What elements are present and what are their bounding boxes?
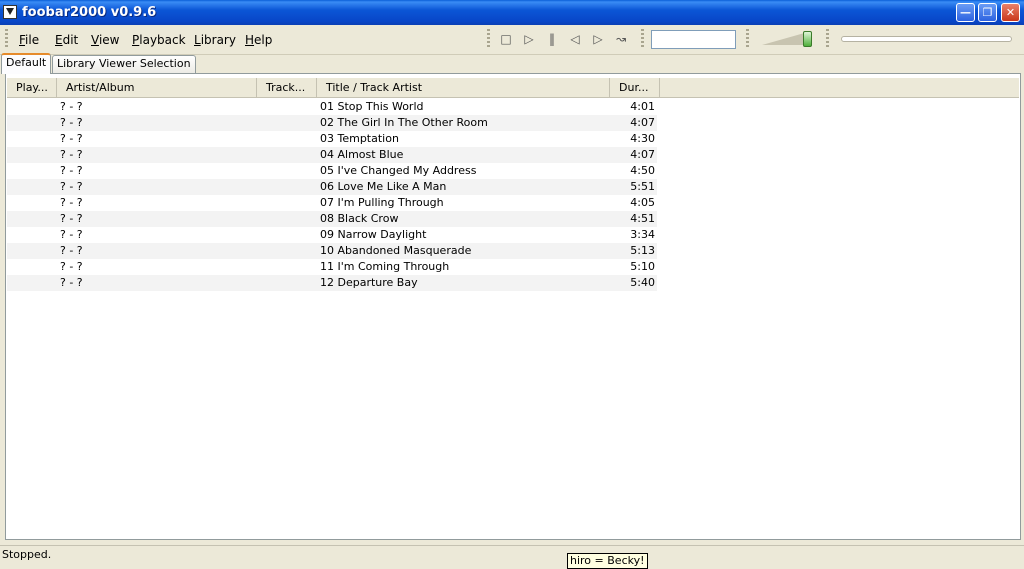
tab-library-viewer-selection[interactable]: Library Viewer Selection <box>52 55 196 73</box>
play-icon: ▷ <box>524 32 534 46</box>
row-duration: 5:10 <box>630 260 655 273</box>
row-title: 10 Abandoned Masquerade <box>320 244 472 257</box>
volume-grip[interactable] <box>746 29 749 49</box>
table-row[interactable]: ? - ? 02 The Girl In The Other Room 4:07 <box>7 115 657 131</box>
previous-icon: ◁ <box>570 32 580 46</box>
row-duration: 5:13 <box>630 244 655 257</box>
table-row[interactable]: ? - ? 05 I've Changed My Address 4:50 <box>7 163 657 179</box>
next-icon: ▷ <box>593 32 603 46</box>
menu-help[interactable]: Help <box>245 33 272 47</box>
row-artist-album: ? - ? <box>60 100 83 113</box>
row-title: 06 Love Me Like A Man <box>320 180 447 193</box>
seek-bar[interactable] <box>841 36 1012 42</box>
row-duration: 4:51 <box>630 212 655 225</box>
status-bar: Stopped. <box>0 545 1024 564</box>
minimize-icon: — <box>960 6 971 19</box>
menu-view[interactable]: View <box>91 33 119 47</box>
row-duration: 4:07 <box>630 148 655 161</box>
minimize-button[interactable]: — <box>956 3 975 22</box>
menu-library[interactable]: Library <box>194 33 236 47</box>
volume-slider-track[interactable] <box>762 32 808 45</box>
volume-slider-thumb[interactable] <box>803 31 812 47</box>
row-duration: 3:34 <box>630 228 655 241</box>
table-row[interactable]: ? - ? 12 Departure Bay 5:40 <box>7 275 657 291</box>
table-row[interactable]: ? - ? 08 Black Crow 4:51 <box>7 211 657 227</box>
table-row[interactable]: ? - ? 11 I'm Coming Through 5:10 <box>7 259 657 275</box>
play-button[interactable]: ▷ <box>521 31 537 47</box>
row-artist-album: ? - ? <box>60 180 83 193</box>
table-row[interactable]: ? - ? 09 Narrow Daylight 3:34 <box>7 227 657 243</box>
track-list: ? - ? 01 Stop This World 4:01 ? - ? 02 The G… <box>7 99 657 291</box>
column-header-playing[interactable]: Play... <box>7 78 57 97</box>
window-title: foobar2000 v0.9.6 <box>22 5 157 20</box>
row-artist-album: ? - ? <box>60 260 83 273</box>
pause-icon: ‖ <box>549 32 555 46</box>
random-icon: ↝ <box>615 32 627 46</box>
menu-file[interactable]: File <box>19 33 39 47</box>
seekbar-grip[interactable] <box>826 29 829 49</box>
row-title: 02 The Girl In The Other Room <box>320 116 488 129</box>
row-artist-album: ? - ? <box>60 132 83 145</box>
row-title: 08 Black Crow <box>320 212 399 225</box>
row-title: 12 Departure Bay <box>320 276 418 289</box>
row-artist-album: ? - ? <box>60 276 83 289</box>
row-title: 03 Temptation <box>320 132 399 145</box>
row-title: 04 Almost Blue <box>320 148 404 161</box>
column-header-title[interactable]: Title / Track Artist <box>317 78 610 97</box>
column-header-bar: Play... Artist/Album Track... Title / Tr… <box>7 78 1019 98</box>
menubar-grip[interactable] <box>5 29 8 49</box>
row-title: 07 I'm Pulling Through <box>320 196 444 209</box>
stop-icon: □ <box>500 32 512 46</box>
table-row[interactable]: ? - ? 10 Abandoned Masquerade 5:13 <box>7 243 657 259</box>
menu-toolbar-bar: File Edit View Playback Library Help □ ▷… <box>0 25 1024 55</box>
table-row[interactable]: ? - ? 07 I'm Pulling Through 4:05 <box>7 195 657 211</box>
table-row[interactable]: ? - ? 01 Stop This World 4:01 <box>7 99 657 115</box>
stop-button[interactable]: □ <box>498 31 514 47</box>
search-input[interactable] <box>651 30 736 49</box>
row-duration: 5:40 <box>630 276 655 289</box>
playlist-panel[interactable]: Play... Artist/Album Track... Title / Tr… <box>5 73 1021 540</box>
toolbar-grip[interactable] <box>487 29 490 49</box>
row-duration: 4:50 <box>630 164 655 177</box>
row-artist-album: ? - ? <box>60 196 83 209</box>
status-text: Stopped. <box>2 548 52 561</box>
column-header-duration[interactable]: Dur... <box>610 78 660 97</box>
row-title: 05 I've Changed My Address <box>320 164 477 177</box>
row-title: 09 Narrow Daylight <box>320 228 427 241</box>
title-bar[interactable]: foobar2000 v0.9.6 — ❐ ✕ <box>0 0 1024 25</box>
row-duration: 4:01 <box>630 100 655 113</box>
row-artist-album: ? - ? <box>60 228 83 241</box>
column-header-artist-album[interactable]: Artist/Album <box>57 78 257 97</box>
row-artist-album: ? - ? <box>60 244 83 257</box>
close-icon: ✕ <box>1005 6 1016 19</box>
row-title: 11 I'm Coming Through <box>320 260 450 273</box>
pause-button[interactable]: ‖ <box>544 31 560 47</box>
row-duration: 4:05 <box>630 196 655 209</box>
search-grip[interactable] <box>641 29 644 49</box>
row-duration: 4:30 <box>630 132 655 145</box>
random-button[interactable]: ↝ <box>613 31 629 47</box>
row-artist-album: ? - ? <box>60 164 83 177</box>
tab-default[interactable]: Default <box>1 53 52 74</box>
close-button[interactable]: ✕ <box>1001 3 1020 22</box>
row-artist-album: ? - ? <box>60 212 83 225</box>
menu-edit[interactable]: Edit <box>55 33 78 47</box>
next-button[interactable]: ▷ <box>590 31 606 47</box>
table-row[interactable]: ? - ? 03 Temptation 4:30 <box>7 131 657 147</box>
row-duration: 5:51 <box>630 180 655 193</box>
row-artist-album: ? - ? <box>60 148 83 161</box>
row-duration: 4:07 <box>630 116 655 129</box>
menu-playback[interactable]: Playback <box>132 33 186 47</box>
table-row[interactable]: ? - ? 06 Love Me Like A Man 5:51 <box>7 179 657 195</box>
app-icon[interactable] <box>3 5 17 19</box>
tooltip: hiro = Becky! <box>567 553 648 569</box>
row-title: 01 Stop This World <box>320 100 424 113</box>
restore-icon: ❐ <box>982 6 993 19</box>
table-row[interactable]: ? - ? 04 Almost Blue 4:07 <box>7 147 657 163</box>
previous-button[interactable]: ◁ <box>567 31 583 47</box>
row-artist-album: ? - ? <box>60 116 83 129</box>
column-header-track[interactable]: Track... <box>257 78 317 97</box>
maximize-button[interactable]: ❐ <box>978 3 997 22</box>
